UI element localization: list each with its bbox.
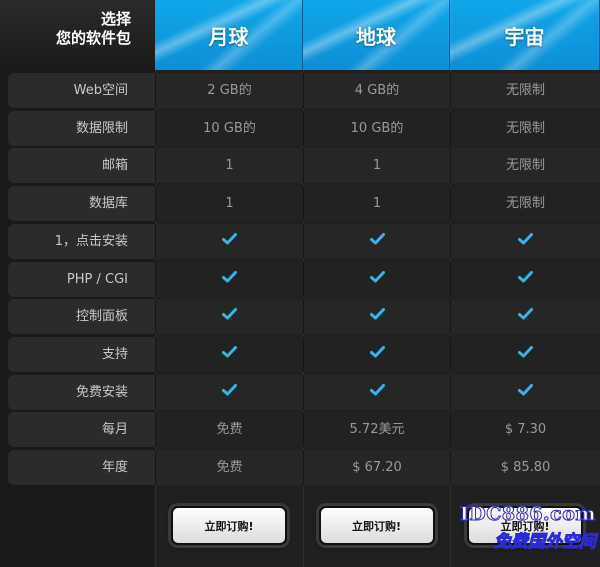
table-row: 支持	[0, 336, 600, 373]
row-label: Web空间	[8, 73, 155, 108]
table-row: 控制面板	[0, 298, 600, 335]
table-cell: $ 85.80	[450, 450, 600, 485]
row-label: 支持	[8, 336, 155, 372]
check-icon	[369, 299, 385, 334]
order-button-earth[interactable]: 立即订购!	[318, 506, 435, 545]
corner-heading-line2: 您的软件包	[55, 29, 131, 47]
table-row: 年度 免费 $ 67.20 $ 85.80	[0, 449, 600, 486]
table-row: Web空间 2 GB的 4 GB的 无限制	[0, 72, 600, 109]
table-cell: 10 GB的	[155, 110, 303, 146]
check-icon	[518, 224, 533, 259]
table-row: PHP / CGI	[0, 261, 600, 298]
order-button-moon[interactable]: 立即订购!	[171, 506, 287, 545]
check-icon	[303, 299, 450, 335]
table-cell: 4 GB的	[303, 73, 450, 108]
check-icon	[155, 299, 303, 335]
check-icon	[369, 375, 385, 410]
check-icon	[222, 224, 237, 259]
check-icon	[155, 223, 303, 259]
table-cell: 无限制	[450, 148, 600, 184]
check-icon	[450, 299, 600, 335]
check-icon	[155, 336, 303, 372]
table-cell: 2 GB的	[155, 73, 303, 108]
check-icon	[303, 223, 450, 259]
table-cell: 无限制	[450, 73, 600, 108]
row-label: 免费安装	[8, 374, 155, 410]
check-icon	[222, 337, 237, 372]
footer-moon: 立即订购!	[155, 484, 303, 567]
row-label: PHP / CGI	[8, 261, 155, 297]
table-cell: 1	[303, 186, 450, 222]
row-label: 邮箱	[8, 148, 155, 184]
table-cell: 免费	[155, 450, 303, 485]
table-cell: 1	[155, 148, 303, 184]
table-cell: 1	[155, 186, 303, 222]
check-icon	[155, 374, 303, 410]
check-icon	[369, 262, 385, 297]
check-icon	[303, 336, 450, 372]
table-row: 数据限制 10 GB的 10 GB的 无限制	[0, 110, 600, 147]
check-icon	[303, 261, 450, 297]
table-cell: 1	[303, 148, 450, 184]
row-label: 年度	[8, 450, 155, 485]
row-label: 数据限制	[8, 110, 155, 146]
row-label: 每月	[8, 412, 155, 448]
row-label: 1，点击安装	[8, 223, 155, 259]
table-cell: 免费	[155, 412, 303, 448]
check-icon	[518, 375, 533, 410]
table-cell: 无限制	[450, 186, 600, 222]
check-icon	[518, 262, 533, 297]
table-row: 数据库 1 1 无限制	[0, 185, 600, 222]
check-icon	[222, 375, 237, 410]
table-cell: 5.72美元	[303, 412, 450, 448]
check-icon	[450, 261, 600, 297]
table-row: 每月 免费 5.72美元 $ 7.30	[0, 411, 600, 448]
table-row: 邮箱 1 1 无限制	[0, 147, 600, 184]
row-label: 数据库	[8, 186, 155, 222]
plan-header-universe: 宇宙	[450, 0, 600, 70]
check-icon	[450, 374, 600, 410]
plan-header-moon: 月球	[155, 0, 303, 70]
check-icon	[155, 261, 303, 297]
check-icon	[450, 336, 600, 372]
check-icon	[518, 337, 533, 372]
table-cell: $ 67.20	[303, 450, 450, 485]
table-cell: 无限制	[450, 110, 600, 146]
check-icon	[222, 299, 237, 334]
check-icon	[303, 374, 450, 410]
table-cell: 10 GB的	[303, 110, 450, 146]
watermark-line2: 免费国外空间	[494, 532, 597, 553]
check-icon	[450, 223, 600, 259]
check-icon	[222, 262, 237, 297]
watermark-line1: IDC886.com	[459, 503, 596, 526]
table-cell: $ 7.30	[450, 412, 600, 448]
table-corner-heading: 选择 您的软件包	[0, 0, 155, 70]
check-icon	[369, 337, 385, 372]
check-icon	[369, 224, 385, 259]
plan-header-earth: 地球	[303, 0, 450, 70]
check-icon	[518, 299, 533, 334]
row-label: 控制面板	[8, 299, 155, 335]
pricing-table: 选择 您的软件包 月球 地球 宇宙 Web空间 2 GB的 4 GB的 无限制 数据限制…	[0, 0, 600, 567]
table-row: 1，点击安装	[0, 223, 600, 260]
watermark: IDC886.com 免费国外空间	[446, 503, 596, 559]
footer-earth: 立即订购!	[303, 484, 450, 567]
table-row: 免费安装	[0, 374, 600, 411]
corner-heading-line1: 选择	[100, 10, 131, 28]
